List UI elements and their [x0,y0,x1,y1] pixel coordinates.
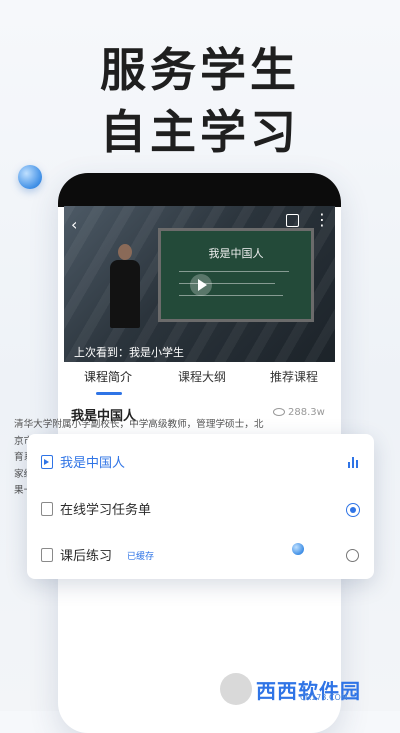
play-button[interactable] [190,274,212,296]
active-tab-indicator [96,392,122,395]
lesson-item-video[interactable]: 我是中国人 [27,447,374,477]
share-icon[interactable] [286,214,299,227]
headline-line-2: 自主学习 [100,105,300,159]
more-icon[interactable]: ⋮ [314,212,330,228]
back-arrow-icon[interactable]: ‹ [71,215,77,234]
course-tabs: 课程简介 课程大纲 推荐课程 [58,368,341,390]
blackboard: 我是中国人 [158,228,314,322]
lesson-item-exercise[interactable]: 课后练习 已缓存 [27,540,374,570]
teacher-figure [108,244,142,328]
lesson-menu: 我是中国人 在线学习任务单 课后练习 已缓存 [27,434,374,579]
view-count-value: 288.3w [288,407,325,418]
board-title: 我是中国人 [208,247,264,260]
tab-outline[interactable]: 课程大纲 [178,368,226,385]
play-icon [198,279,207,291]
decorative-ball-small [292,543,304,555]
lesson-item-task-sheet[interactable]: 在线学习任务单 [27,494,374,524]
eye-icon [273,408,285,416]
status-bar [58,173,341,207]
bar-chart-icon [348,457,360,468]
tab-recommend[interactable]: 推荐课程 [270,368,318,385]
headline-line-1: 服务学生 [100,43,300,97]
view-count: 288.3w [273,407,325,418]
decorative-ball [18,165,42,189]
document-icon [41,548,53,562]
video-player[interactable]: 我是中国人 ‹ ⋮ 上次看到：我是小学生 [64,206,335,362]
tab-intro[interactable]: 课程简介 [84,368,132,385]
lesson-item-label: 在线学习任务单 [60,503,152,518]
circle-icon [346,549,359,562]
cached-badge: 已缓存 [127,552,155,562]
lesson-item-label: 我是中国人 [60,456,126,471]
progress-icon [346,503,360,517]
watermark-logo-icon [220,673,252,705]
lesson-item-label: 课后练习 [60,549,113,564]
video-doc-icon [41,455,53,469]
site-watermark: 西西软件园 CR173.COM [220,673,390,705]
resume-text: 上次看到：我是小学生 [74,346,184,359]
watermark-sub: CR173.COM [300,693,348,702]
document-icon [41,502,53,516]
